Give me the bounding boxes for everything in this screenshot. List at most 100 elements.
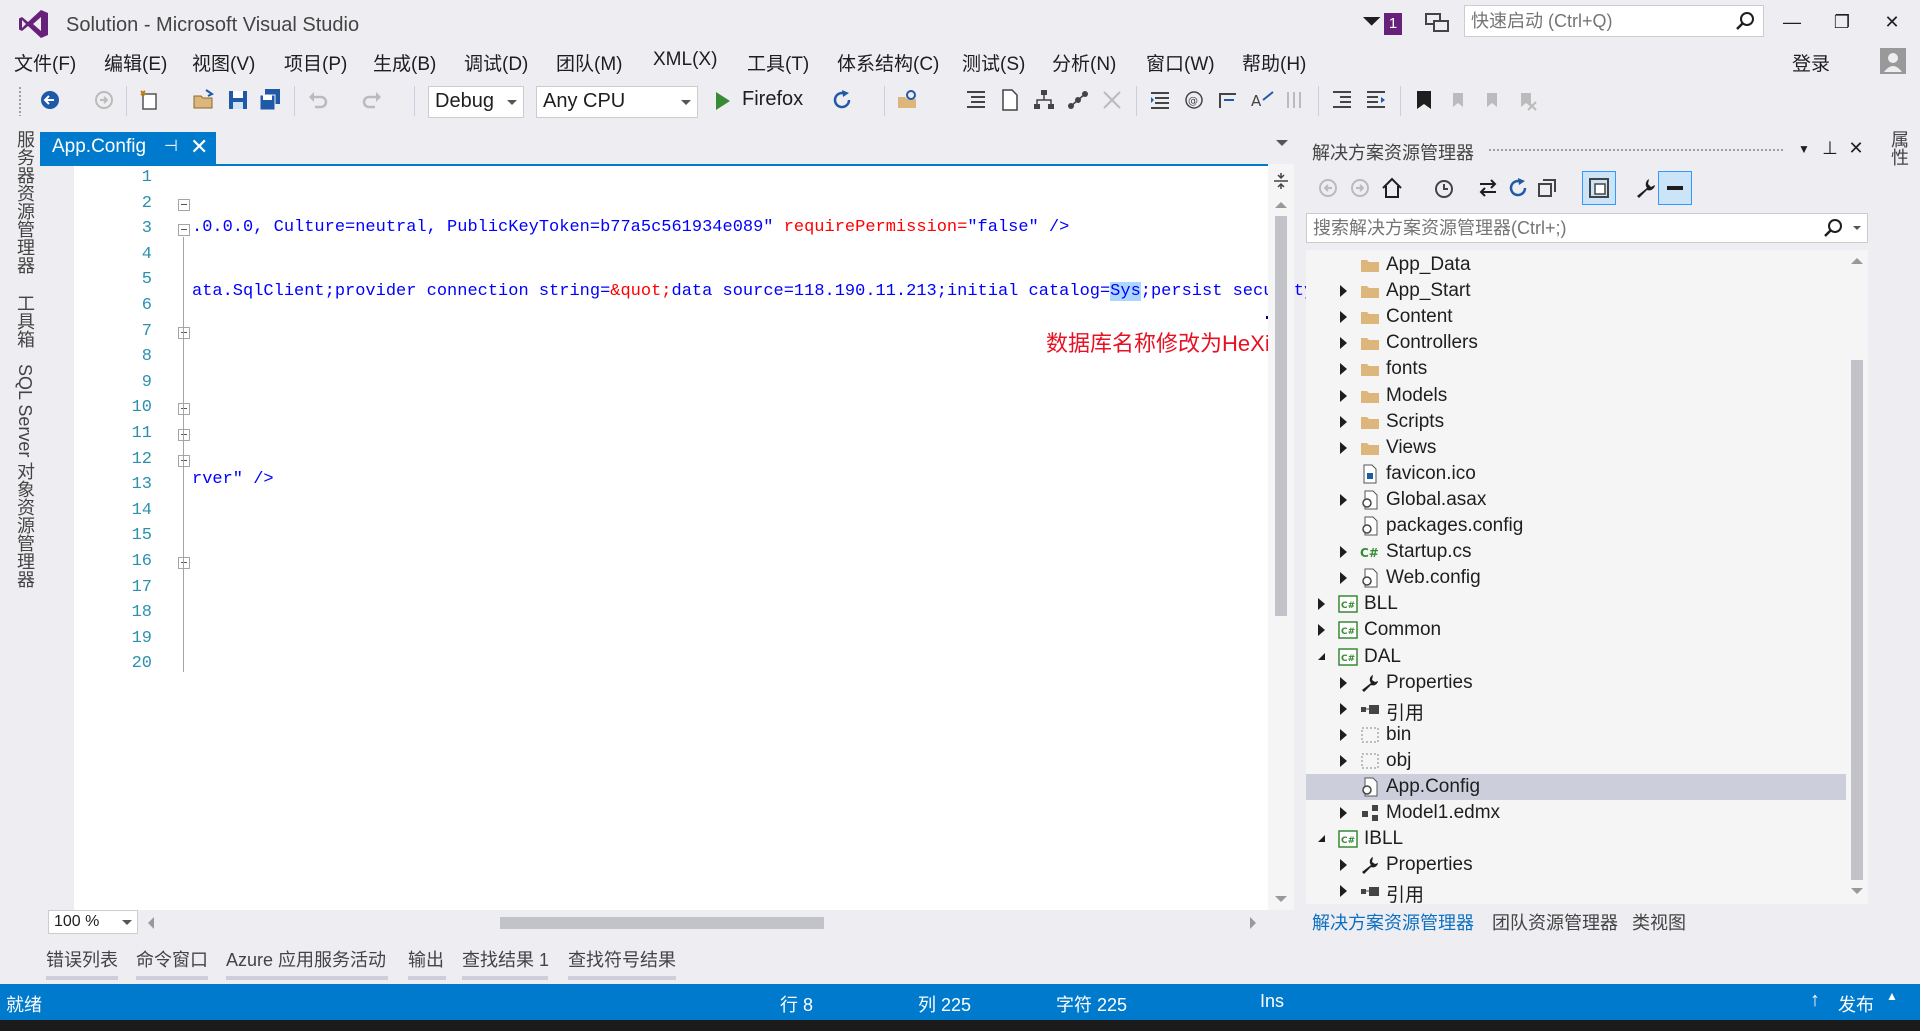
properties-wrench-icon[interactable]	[1634, 176, 1658, 200]
quick-launch-input[interactable]	[1471, 10, 1721, 32]
status-publish[interactable]: 发布	[1838, 991, 1874, 1017]
toolbar-grip[interactable]	[18, 86, 22, 116]
menu-window[interactable]: 窗口(W)	[1146, 49, 1215, 76]
menu-xml[interactable]: XML(X)	[653, 49, 717, 71]
collapse-region-icon[interactable]	[178, 557, 190, 569]
tree-item[interactable]: Views	[1306, 435, 1846, 461]
menu-analyze[interactable]: 分析(N)	[1052, 49, 1116, 76]
tree-item[interactable]: Scripts	[1306, 409, 1846, 435]
menu-project[interactable]: 项目(P)	[284, 49, 347, 76]
pending-changes-filter-icon[interactable]	[1432, 176, 1456, 200]
refresh-icon[interactable]	[1506, 176, 1530, 200]
scroll-up-icon[interactable]	[1851, 258, 1863, 264]
search-icon[interactable]	[1823, 218, 1843, 238]
menu-architecture[interactable]: 体系结构(C)	[837, 49, 939, 76]
increase-indent-icon[interactable]	[1364, 88, 1388, 112]
quick-launch-box[interactable]	[1464, 5, 1764, 37]
notifications-button[interactable]: ⏷ 1	[1362, 8, 1408, 36]
sign-in-link[interactable]: 登录	[1792, 49, 1830, 76]
solution-tree-scrollbar[interactable]	[1846, 250, 1868, 904]
expanded-arrow-icon[interactable]	[1318, 652, 1325, 660]
menu-debug[interactable]: 调试(D)	[464, 49, 528, 76]
horizontal-scroll-thumb[interactable]	[500, 917, 824, 929]
collapse-region-icon[interactable]	[178, 403, 190, 416]
tree-item[interactable]: fonts	[1306, 356, 1846, 382]
scroll-down-icon[interactable]	[1851, 888, 1863, 894]
save-all-icon[interactable]	[258, 88, 282, 112]
collapse-region-icon[interactable]	[178, 198, 190, 211]
expand-arrow-icon[interactable]	[1340, 885, 1347, 898]
tab-output[interactable]: 输出	[408, 946, 444, 972]
tab-azure-app-service-activity[interactable]: Azure 应用服务活动	[226, 946, 386, 972]
tab-error-list[interactable]: 错误列表	[46, 946, 118, 972]
tree-item[interactable]: Properties	[1306, 670, 1846, 696]
tab-find-results-1[interactable]: 查找结果 1	[462, 946, 549, 972]
expand-arrow-icon[interactable]	[1340, 415, 1347, 428]
navigate-forward-icon[interactable]	[92, 88, 116, 112]
code-line-5[interactable]: .0.0.0, Culture=neutral, PublicKeyToken=…	[192, 218, 1069, 237]
expand-arrow-icon[interactable]	[1340, 337, 1347, 350]
format-document-icon[interactable]	[1148, 88, 1172, 112]
tree-item[interactable]: obj	[1306, 748, 1846, 774]
bookmark-icon[interactable]	[1412, 88, 1436, 112]
forward-icon[interactable]	[1348, 176, 1372, 200]
expanded-arrow-icon[interactable]	[1318, 835, 1325, 843]
hierarchy-icon[interactable]	[1032, 88, 1056, 112]
xslt-icon[interactable]	[1216, 88, 1240, 112]
panel-menu-chevron-icon[interactable]: ▼	[1792, 142, 1816, 166]
tree-item[interactable]: Web.config	[1306, 565, 1846, 591]
tree-item[interactable]: C# Startup.cs	[1306, 539, 1846, 565]
column-guide-icon[interactable]	[1284, 88, 1308, 112]
tab-solution-explorer[interactable]: 解决方案资源管理器	[1312, 909, 1474, 935]
undo-icon[interactable]	[306, 88, 330, 112]
close-panel-icon[interactable]: ✕	[1844, 138, 1868, 162]
expand-arrow-icon[interactable]	[1340, 807, 1347, 820]
expand-arrow-icon[interactable]	[1318, 624, 1325, 637]
tree-item[interactable]: 引用	[1306, 878, 1846, 904]
expand-arrow-icon[interactable]	[1340, 285, 1347, 298]
expand-arrow-icon[interactable]	[1340, 859, 1347, 872]
collapse-region-icon[interactable]	[178, 454, 190, 467]
zoom-dropdown[interactable]: 100 %	[48, 910, 138, 934]
solution-explorer-search[interactable]	[1306, 213, 1868, 243]
clear-bookmarks-icon[interactable]	[1514, 88, 1538, 112]
dependency-graph-icon[interactable]	[1066, 88, 1090, 112]
menu-edit[interactable]: 编辑(E)	[104, 49, 167, 76]
previous-bookmark-icon[interactable]	[1446, 88, 1470, 112]
collapse-region-icon[interactable]	[178, 429, 190, 441]
outline-icon[interactable]	[964, 88, 988, 112]
scroll-right-icon[interactable]	[1250, 917, 1256, 929]
menu-view[interactable]: 视图(V)	[192, 49, 255, 76]
start-debugging-button[interactable]: Firefox	[712, 88, 812, 116]
tree-item[interactable]: App_Data	[1306, 252, 1846, 278]
menu-help[interactable]: 帮助(H)	[1242, 49, 1306, 76]
tree-item[interactable]: App.Config	[1306, 774, 1846, 800]
server-explorer-tab[interactable]: 服务器资源管理器	[12, 130, 38, 274]
save-icon[interactable]	[226, 88, 250, 112]
navigate-back-icon[interactable]	[38, 88, 62, 112]
tree-item[interactable]: 引用	[1306, 696, 1846, 724]
expand-arrow-icon[interactable]	[1340, 572, 1347, 585]
menu-file[interactable]: 文件(F)	[14, 49, 76, 76]
close-tab-icon[interactable]: ✕	[190, 134, 208, 160]
auto-hide-pin-icon[interactable]: ⊥	[1818, 138, 1842, 162]
publish-arrow-icon[interactable]: ↑	[1810, 989, 1820, 1012]
refresh-icon[interactable]	[830, 88, 854, 112]
tree-item[interactable]: bin	[1306, 722, 1846, 748]
feedback-icon[interactable]	[1424, 10, 1450, 36]
expand-arrow-icon[interactable]	[1340, 311, 1347, 324]
collapse-region-icon[interactable]	[178, 224, 190, 237]
code-map-icon[interactable]	[1100, 88, 1124, 112]
spelling-icon[interactable]: A	[1250, 88, 1274, 112]
minimize-button[interactable]: —	[1772, 6, 1812, 38]
expand-arrow-icon[interactable]	[1340, 363, 1347, 376]
solution-explorer-search-input[interactable]	[1313, 217, 1793, 239]
code-line-8[interactable]: ata.SqlClient;provider connection string…	[192, 282, 1335, 301]
menu-tools[interactable]: 工具(T)	[747, 49, 809, 76]
expand-arrow-icon[interactable]	[1340, 754, 1347, 767]
menu-build[interactable]: 生成(B)	[373, 49, 436, 76]
find-in-files-icon[interactable]	[896, 88, 920, 112]
expand-arrow-icon[interactable]	[1340, 546, 1347, 559]
restore-button[interactable]: ❐	[1822, 6, 1862, 38]
selected-catalog-text[interactable]: Sys	[1110, 282, 1141, 301]
